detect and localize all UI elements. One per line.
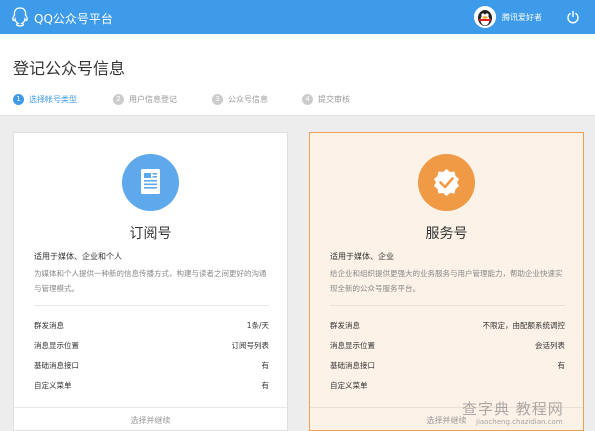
feature-value: 1条/天: [246, 321, 269, 330]
watermark-url: jiaocheng.chazidian.com: [476, 418, 563, 426]
watermark: 查字典 教程网 jiaocheng.chazidian.com: [462, 398, 592, 428]
feature-row: 基础消息接口 有: [330, 360, 565, 372]
username[interactable]: 腾讯爱好者: [502, 12, 542, 23]
feature-name: 基础消息接口: [330, 361, 375, 370]
step-1: 1 选择帐号类型: [13, 94, 77, 108]
card-subtitle: 适用于媒体、企业和个人: [34, 252, 122, 261]
step-number: 2: [113, 94, 124, 105]
step-number: 4: [302, 94, 313, 105]
feature-value: 有: [261, 381, 270, 390]
document-icon: [141, 169, 160, 194]
feature-row: 消息显示位置 会话列表: [330, 340, 565, 352]
subscription-account-card[interactable]: 订阅号 适用于媒体、企业和个人 为媒体和个人提供一种新的信息传播方式，构建与读者…: [13, 132, 288, 431]
top-bar: QQ公众号平台 腾讯爱好者: [0, 0, 595, 34]
feature-name: 群发消息: [34, 321, 64, 330]
step-4: 4 提交审核: [302, 94, 350, 108]
watermark-text: 查字典 教程网: [462, 400, 564, 418]
feature-name: 消息显示位置: [330, 341, 375, 350]
penguin-avatar-icon: [474, 6, 496, 28]
step-3: 3 公众号信息: [212, 94, 268, 108]
feature-name: 群发消息: [330, 321, 360, 330]
card-divider: [330, 305, 565, 306]
feature-row: 自定义菜单: [330, 380, 565, 392]
step-number: 1: [13, 94, 24, 105]
step-number: 3: [212, 94, 223, 105]
power-icon[interactable]: [566, 10, 580, 24]
card-title: 订阅号: [129, 226, 172, 242]
feature-row: 基础消息接口 有: [34, 360, 269, 372]
step-label: 提交审核: [318, 95, 350, 104]
step-label: 用户信息登记: [129, 95, 177, 104]
card-title: 服务号: [425, 226, 468, 242]
feature-row: 消息显示位置 订阅号列表: [34, 340, 269, 352]
feature-row: 群发消息 不限定，由配额系统调控: [330, 320, 565, 332]
qq-logo-icon: [12, 7, 28, 27]
feature-value: 有: [557, 361, 566, 370]
feature-value: 不限定，由配额系统调控: [482, 321, 566, 330]
feature-value: 订阅号列表: [231, 341, 270, 350]
step-label: 选择帐号类型: [29, 95, 77, 104]
page-title: 登记公众号信息: [13, 59, 126, 78]
select-continue-button[interactable]: 选择并继续: [14, 407, 287, 431]
step-label: 公众号信息: [228, 95, 268, 104]
step-2: 2 用户信息登记: [113, 94, 177, 108]
subscription-icon-circle: [122, 154, 179, 211]
card-divider: [34, 305, 269, 306]
service-icon-circle: [418, 154, 475, 211]
card-subtitle: 适用于媒体、企业: [330, 252, 394, 261]
feature-name: 消息显示位置: [34, 341, 79, 350]
feature-row: 群发消息 1条/天: [34, 320, 269, 332]
app-title[interactable]: QQ公众号平台: [34, 10, 113, 27]
feature-name: 基础消息接口: [34, 361, 79, 370]
feature-value: 会话列表: [535, 341, 565, 350]
feature-name: 自定义菜单: [330, 381, 368, 390]
card-description: 给企业和组织提供更强大的业务服务与用户管理能力，帮助企业快速实现全新的公众号服务…: [330, 269, 563, 293]
service-account-card[interactable]: 服务号 适用于媒体、企业 给企业和组织提供更强大的业务服务与用户管理能力，帮助企…: [309, 132, 584, 431]
badge-check-icon: [434, 169, 459, 196]
feature-value: 有: [261, 361, 270, 370]
feature-row: 自定义菜单 有: [34, 380, 269, 392]
feature-name: 自定义菜单: [34, 381, 72, 390]
card-description: 为媒体和个人提供一种新的信息传播方式，构建与读者之间更好的沟通与管理模式。: [34, 269, 267, 293]
avatar[interactable]: [474, 6, 496, 28]
